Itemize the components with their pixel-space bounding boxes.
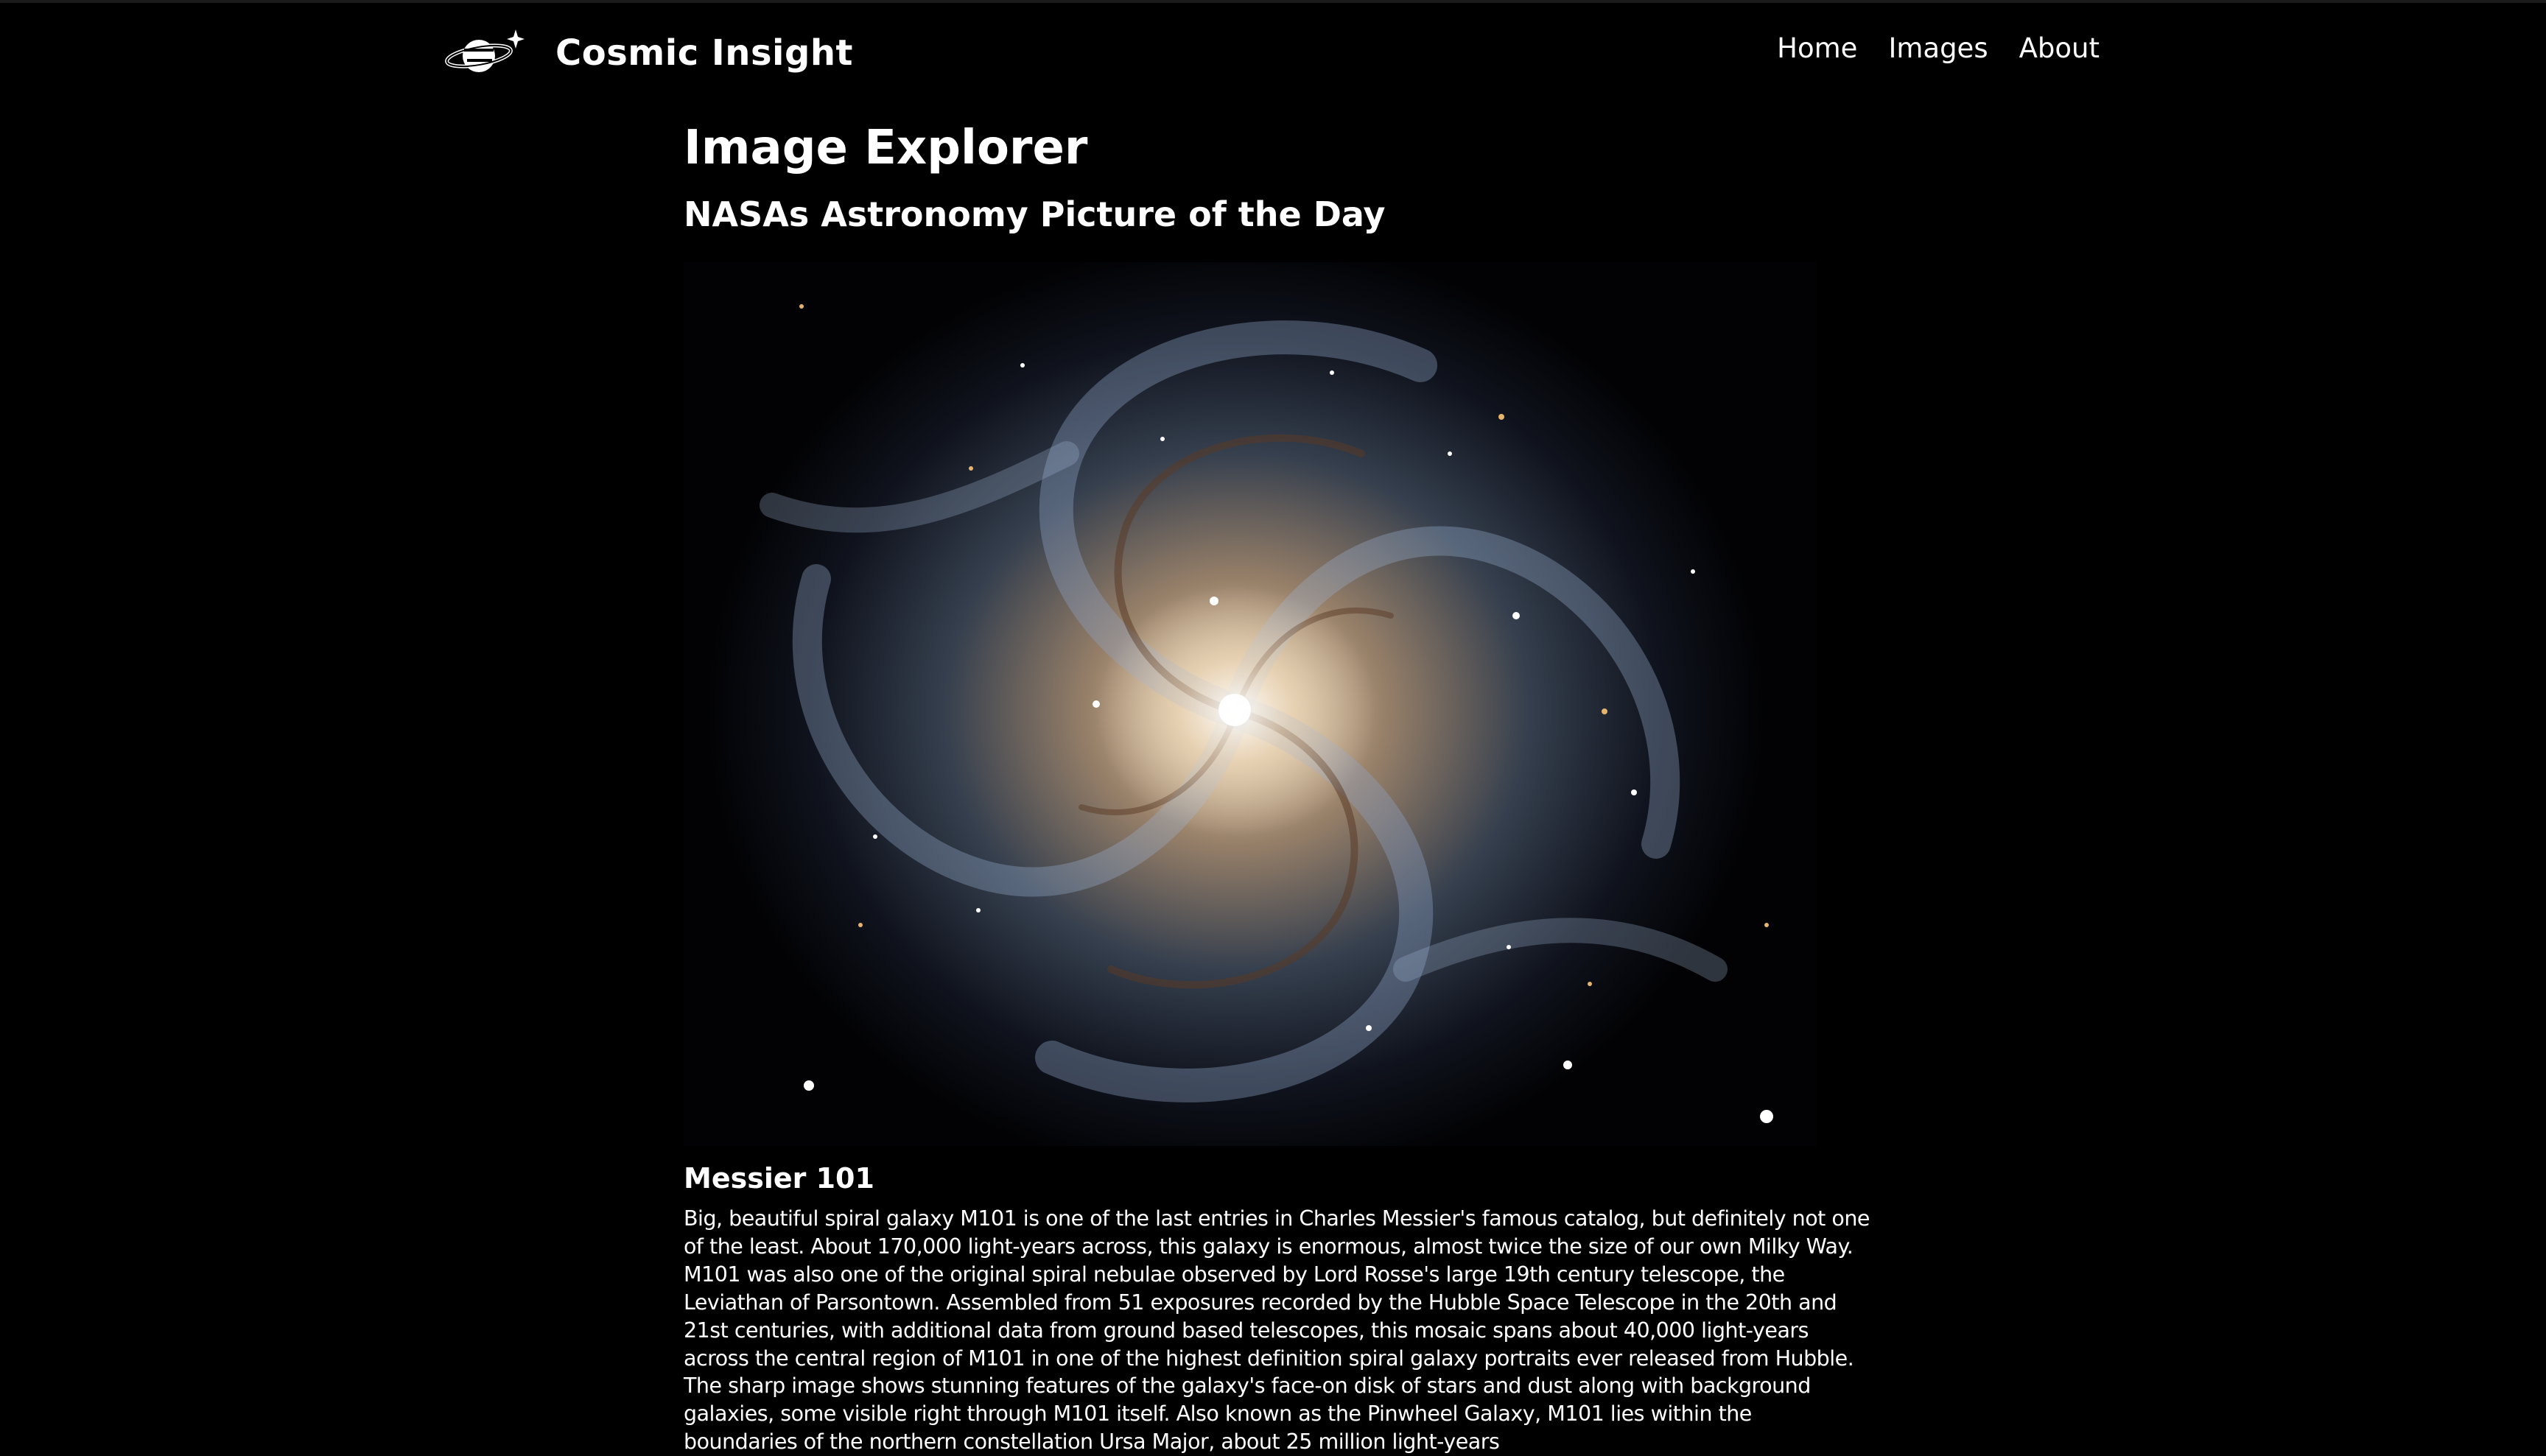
navbar: Cosmic Insight Home Images About	[0, 0, 2546, 110]
page-title: Image Explorer	[684, 121, 1088, 175]
main-content: Image Explorer NASAs Astronomy Picture o…	[684, 116, 1870, 1454]
nav-link-about[interactable]: About	[2019, 32, 2100, 64]
main-nav: Home Images About	[1777, 32, 2100, 64]
brand-link[interactable]: Cosmic Insight	[445, 27, 853, 80]
apod-image	[684, 262, 1817, 1146]
nav-link-home[interactable]: Home	[1777, 32, 1857, 64]
brand-name: Cosmic Insight	[555, 32, 853, 74]
image-explanation: Big, beautiful spiral galaxy M101 is one…	[684, 1206, 1870, 1455]
section-title: NASAs Astronomy Picture of the Day	[684, 194, 1386, 234]
nav-link-images[interactable]: Images	[1888, 32, 1988, 64]
planet-star-icon	[445, 29, 525, 72]
image-title: Messier 101	[684, 1162, 874, 1195]
